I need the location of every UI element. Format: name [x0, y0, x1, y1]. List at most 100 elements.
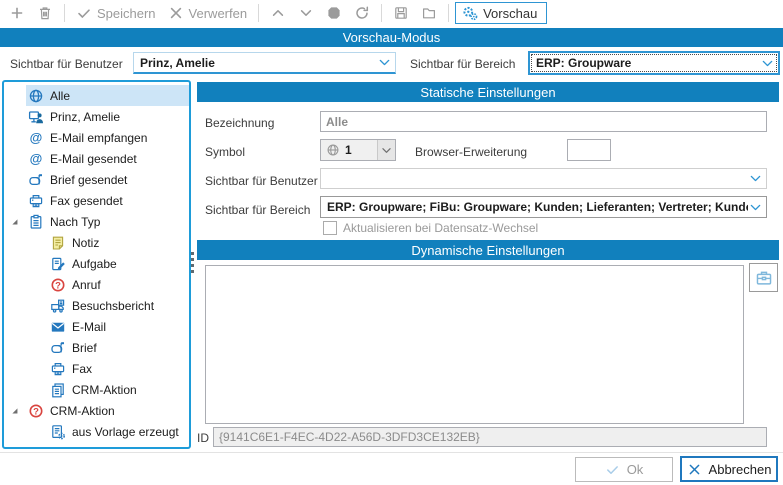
globe-icon: [28, 88, 44, 104]
symbol-value: 1: [345, 143, 372, 157]
dynamic-settings-textarea[interactable]: [205, 265, 744, 424]
user-desk-icon: [28, 109, 44, 125]
preview-toggle-button[interactable]: Vorschau: [455, 2, 547, 24]
ok-button[interactable]: Ok: [575, 457, 673, 482]
copy-icon: [50, 382, 66, 398]
bezeichnung-input[interactable]: [320, 111, 767, 132]
fax-icon: [28, 193, 44, 209]
filter-user-label: Sichtbar für Benutzer: [10, 57, 123, 71]
discard-button[interactable]: Verwerfen: [163, 2, 253, 24]
open-button[interactable]: [416, 2, 442, 24]
filter-area-combobox[interactable]: ERP: Groupware: [528, 51, 780, 75]
chevron-down-icon: [748, 171, 763, 186]
disk-icon: [393, 5, 409, 21]
toolbar-separator: [381, 4, 382, 22]
toolbar-separator: [258, 4, 259, 22]
expand-arrow-icon[interactable]: [4, 404, 26, 418]
briefcase-icon: [755, 269, 773, 287]
tree-item-aufgabe[interactable]: Aufgabe: [4, 253, 189, 274]
export-button[interactable]: [388, 2, 414, 24]
aktualisieren-checkbox-label: Aktualisieren bei Datensatz-Wechsel: [343, 221, 538, 235]
tag-button[interactable]: [321, 2, 347, 24]
x-icon: [687, 462, 702, 477]
tree-item-fax-gesendet[interactable]: Fax gesendet: [4, 190, 189, 211]
tree-item-anruf[interactable]: Anruf: [4, 274, 189, 295]
tree-item-besuchsbericht[interactable]: Besuchsbericht: [4, 295, 189, 316]
question-icon: [50, 277, 66, 293]
tree-item-crm-aktion[interactable]: CRM-Aktion: [4, 400, 189, 421]
tree-item-crm-aktion-typ[interactable]: CRM-Aktion: [4, 379, 189, 400]
tree-item-prinz-amelie[interactable]: Prinz, Amelie: [4, 106, 189, 127]
filter-area-value: ERP: Groupware: [536, 56, 760, 70]
id-input: [213, 427, 767, 447]
tree-item-aus-vorlage-erzeugt[interactable]: aus Vorlage erzeugt: [4, 421, 189, 442]
gears-icon: [462, 5, 478, 21]
static-settings-header: Statische Einstellungen: [197, 82, 779, 102]
save-button[interactable]: Speichern: [71, 2, 161, 24]
tree-item-email-gesendet[interactable]: E-Mail gesendet: [4, 148, 189, 169]
filter-user-combobox[interactable]: Prinz, Amelie: [133, 52, 396, 74]
dynamic-settings-title: Dynamische Einstellungen: [411, 243, 564, 258]
static-settings-title: Statische Einstellungen: [420, 85, 555, 100]
filter-area-label: Sichtbar für Bereich: [410, 57, 515, 71]
tree-item-fax[interactable]: Fax: [4, 358, 189, 379]
previous-button[interactable]: [265, 2, 291, 24]
toolbar: Speichern Verwerfen Vorschau: [0, 0, 783, 26]
tree-item-notiz[interactable]: Notiz: [4, 232, 189, 253]
truck-icon: [50, 298, 66, 314]
chevron-down-icon: [298, 5, 314, 21]
preview-button-label: Vorschau: [483, 6, 537, 21]
preview-tree-panel: Alle Prinz, Amelie E-Mail empfangen E-Ma…: [2, 80, 191, 449]
chevron-down-icon: [377, 55, 392, 70]
next-button[interactable]: [293, 2, 319, 24]
save-button-label: Speichern: [97, 6, 156, 21]
aktualisieren-checkbox[interactable]: [323, 221, 337, 235]
symbol-label: Symbol: [205, 145, 245, 159]
sichtbar-bereich-value: ERP: Groupware; FiBu: Groupware; Kunden;…: [327, 200, 748, 214]
delete-button[interactable]: [32, 2, 58, 24]
toolbar-separator: [64, 4, 65, 22]
chevron-down-icon: [748, 200, 763, 215]
footer-divider: [0, 452, 783, 453]
tree-item-nach-typ[interactable]: Nach Typ: [4, 211, 189, 232]
fax-icon: [50, 361, 66, 377]
envelope-icon: [50, 319, 66, 335]
symbol-combobox[interactable]: 1: [320, 139, 396, 161]
octagon-icon: [326, 5, 342, 21]
mailbox-icon: [50, 340, 66, 356]
browser-erweiterung-input[interactable]: [567, 139, 611, 161]
chevron-down-icon: [760, 56, 775, 71]
bezeichnung-label: Bezeichnung: [205, 116, 274, 130]
mailbox-icon: [28, 172, 44, 188]
at-icon: [28, 130, 44, 146]
tree-item-email-empfangen[interactable]: E-Mail empfangen: [4, 127, 189, 148]
cancel-button[interactable]: Abbrechen: [680, 456, 778, 482]
cancel-button-label: Abbrechen: [709, 462, 772, 477]
check-icon: [605, 462, 620, 477]
tree-item-brief[interactable]: Brief: [4, 337, 189, 358]
panel-splitter[interactable]: [191, 252, 194, 273]
chevron-down-icon: [377, 140, 395, 160]
chevron-up-icon: [270, 5, 286, 21]
preview-settings-window: Speichern Verwerfen Vorschau Vorschau-Mo…: [0, 0, 783, 485]
question-icon: [28, 403, 44, 419]
id-label: ID: [197, 431, 209, 445]
add-button[interactable]: [4, 2, 30, 24]
refresh-icon: [354, 5, 370, 21]
tree-item-email[interactable]: E-Mail: [4, 316, 189, 337]
dynamic-settings-header: Dynamische Einstellungen: [197, 240, 779, 260]
refresh-button[interactable]: [349, 2, 375, 24]
toolbar-separator: [448, 4, 449, 22]
toolbox-button[interactable]: [749, 263, 778, 292]
preview-mode-banner: Vorschau-Modus: [0, 28, 783, 47]
tree-item-brief-gesendet[interactable]: Brief gesendet: [4, 169, 189, 190]
trash-icon: [37, 5, 53, 21]
sichtbar-benutzer-combobox[interactable]: [320, 168, 767, 189]
tree-item-alle[interactable]: Alle: [4, 85, 189, 106]
sichtbar-bereich-combobox[interactable]: ERP: Groupware; FiBu: Groupware; Kunden;…: [320, 196, 767, 218]
x-icon: [168, 5, 184, 21]
expand-arrow-icon[interactable]: [4, 215, 26, 229]
sichtbar-benutzer-label: Sichtbar für Benutzer: [205, 174, 318, 188]
browser-erweiterung-label: Browser-Erweiterung: [415, 145, 527, 159]
at-icon: [28, 151, 44, 167]
